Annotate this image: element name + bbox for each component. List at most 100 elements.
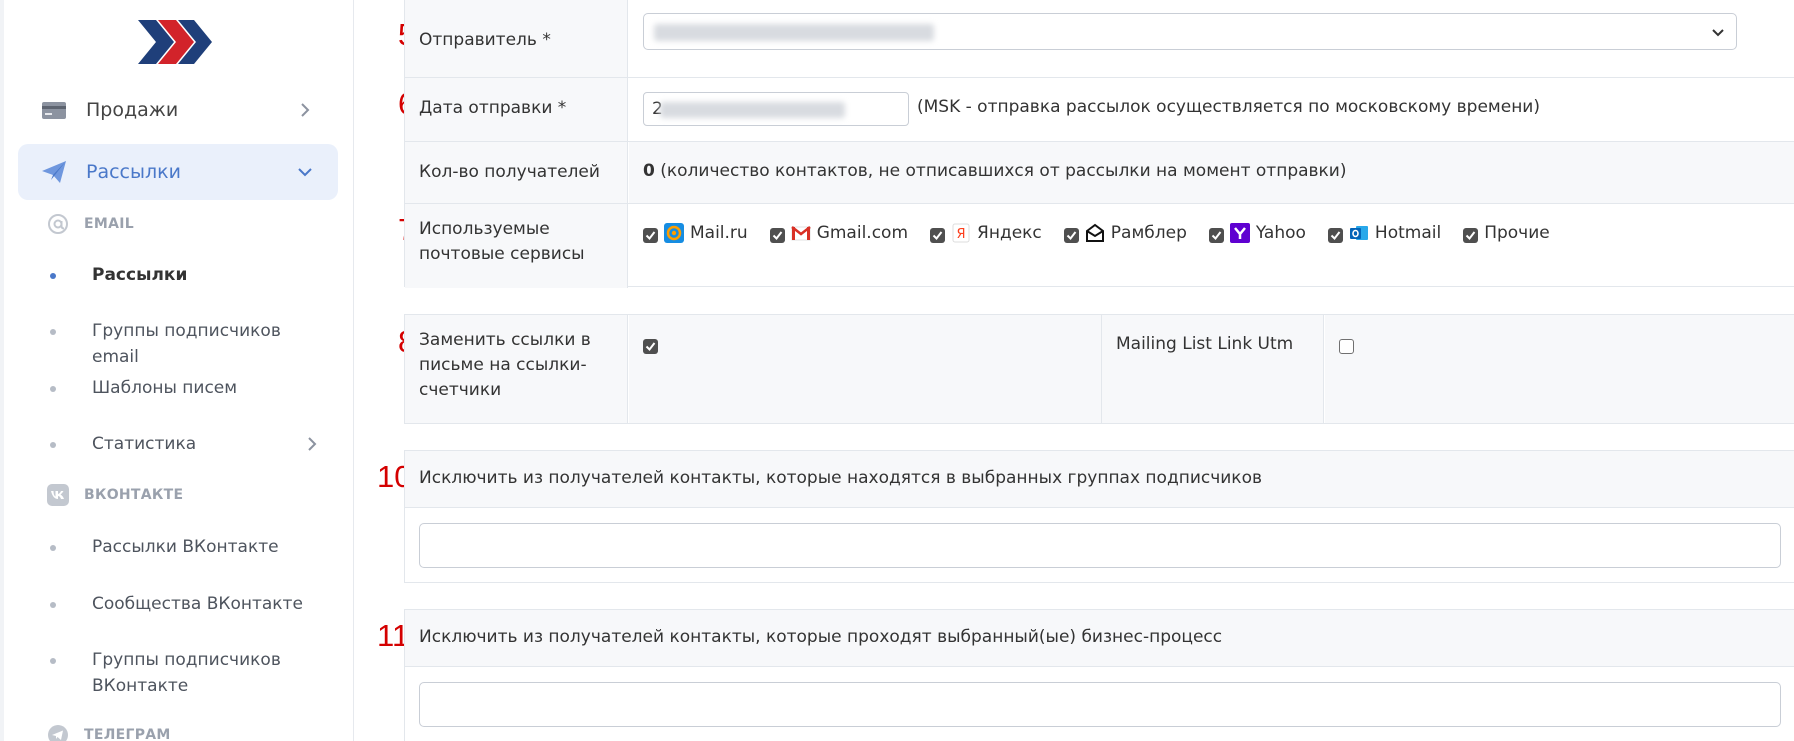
service-label: Yahoo	[1255, 223, 1306, 243]
service-checkbox[interactable]	[1208, 227, 1224, 243]
yahoo-icon	[1229, 223, 1250, 243]
at-sign-icon	[46, 212, 70, 236]
brand-logo[interactable]	[134, 18, 214, 66]
section-telegram: ТЕЛЕГРАМ	[46, 723, 171, 741]
gmail-icon	[790, 223, 811, 243]
service-label: Gmail.com	[816, 223, 909, 243]
service-rambler[interactable]: Рамблер	[1063, 223, 1187, 243]
sidebar-item-email-groups[interactable]: Группы подписчиков email	[50, 318, 340, 367]
section-telegram-label: ТЕЛЕГРАМ	[84, 727, 171, 741]
row-value: 0 (количество контактов, не отписавшихся…	[629, 142, 1794, 203]
bullet-dot	[50, 386, 56, 392]
sidebar-item-label: Сообщества ВКонтакте	[92, 594, 303, 614]
service-checkbox[interactable]	[930, 227, 946, 243]
row-mail-services: Используемые почтовые сервисы Mail.ru Gm…	[405, 203, 1794, 288]
sender-select[interactable]	[643, 13, 1737, 50]
sidebar-item-label: Группы подписчиков ВКонтакте	[92, 650, 281, 696]
row-label: Mailing List Link Utm	[1101, 315, 1324, 423]
sidebar-item-label: Рассылки ВКонтакте	[92, 537, 279, 557]
hotmail-icon	[1349, 223, 1369, 243]
row-label: Дата отправки *	[405, 78, 628, 141]
service-mailru[interactable]: Mail.ru	[643, 223, 748, 243]
sidebar-item-label: Продажи	[86, 99, 179, 121]
rambler-icon	[1085, 223, 1105, 243]
sidebar-item-label: Статистика	[92, 434, 197, 454]
mail-services-list: Mail.ru Gmail.com Я Яндекс Рамблер Yahoo…	[643, 223, 1572, 243]
row-label: Используемые почтовые сервисы	[405, 204, 628, 288]
sidebar-item-email-mailings[interactable]: Рассылки	[50, 262, 340, 288]
service-checkbox[interactable]	[769, 227, 785, 243]
sidebar-item-mailings[interactable]: Рассылки	[18, 144, 338, 200]
recipients-count-text: 0 (количество контактов, не отписавшихся…	[643, 161, 1347, 181]
exclude-process-input[interactable]	[419, 682, 1781, 727]
section-vk-label: ВКОНТАКТЕ	[84, 487, 184, 503]
chevron-right-icon	[301, 103, 310, 117]
service-checkbox[interactable]	[1463, 227, 1479, 243]
sidebar-item-label: Рассылки	[92, 265, 188, 285]
sidebar-item-statistics[interactable]: Статистика	[50, 431, 340, 457]
mail-services-label: Используемые почтовые сервисы	[419, 219, 585, 264]
row-label: Отправитель *	[405, 0, 628, 77]
bullet-dot	[50, 658, 56, 664]
sender-label: Отправитель *	[419, 30, 551, 50]
service-yandex[interactable]: Я Яндекс	[930, 223, 1042, 243]
mailru-icon	[664, 223, 684, 243]
sidebar-edge	[0, 0, 4, 741]
exclude-groups-input[interactable]	[419, 523, 1781, 568]
section-email: EMAIL	[46, 212, 134, 236]
sidebar: Продажи Рассылки EMAIL Рассылки Группы п…	[0, 0, 354, 741]
section-email-label: EMAIL	[84, 216, 134, 232]
bullet-dot	[50, 329, 56, 335]
utm-checkbox[interactable]	[1339, 339, 1354, 354]
service-label: Mail.ru	[690, 223, 748, 243]
exclude-process-label: Исключить из получателей контакты, котор…	[419, 627, 1223, 647]
service-label: Прочие	[1484, 223, 1550, 243]
send-date-label: Дата отправки *	[419, 98, 567, 118]
sidebar-item-email-templates[interactable]: Шаблоны писем	[50, 375, 340, 401]
recipients-count: 0	[643, 161, 655, 181]
sidebar-item-sales[interactable]: Продажи	[18, 82, 338, 138]
chevron-right-icon	[308, 437, 317, 451]
chevron-down-icon	[1712, 29, 1724, 37]
row-value: 2 (MSK - отправка рассылок осуществляетс…	[629, 78, 1794, 141]
utm-label: Mailing List Link Utm	[1116, 334, 1294, 354]
mailing-settings-panel: Отправитель * Дата отправки * 2 (MSK - о…	[404, 0, 1794, 288]
service-label: Яндекс	[977, 223, 1042, 243]
yandex-icon: Я	[951, 223, 971, 243]
bullet-dot	[50, 602, 56, 608]
bullet-dot	[50, 545, 56, 551]
send-date-input[interactable]: 2	[643, 92, 909, 126]
row-value	[1325, 315, 1794, 423]
exclude-groups-label: Исключить из получателей контакты, котор…	[419, 468, 1262, 488]
sidebar-item-vk-communities[interactable]: Сообщества ВКонтакте	[50, 591, 340, 617]
service-gmail[interactable]: Gmail.com	[769, 223, 909, 243]
paper-plane-icon	[42, 161, 66, 183]
svg-text:Я: Я	[956, 227, 965, 242]
replace-links-checkbox[interactable]	[643, 339, 658, 354]
recipients-note: (количество контактов, не отписавшихся о…	[660, 161, 1347, 181]
service-hotmail[interactable]: Hotmail	[1327, 223, 1441, 243]
section-vk: ВКОНТАКТЕ	[46, 483, 183, 507]
wallet-icon	[42, 102, 66, 119]
bullet-dot	[50, 442, 56, 448]
sidebar-item-label: Шаблоны писем	[92, 378, 238, 398]
sidebar-item-label: Рассылки	[86, 161, 181, 183]
block-header: Исключить из получателей контакты, котор…	[405, 610, 1794, 667]
service-checkbox[interactable]	[643, 227, 658, 243]
links-settings-panel: Заменить ссылки в письме на ссылки-счетч…	[404, 314, 1794, 424]
sidebar-item-vk-mailings[interactable]: Рассылки ВКонтакте	[50, 534, 340, 560]
service-checkbox[interactable]	[1063, 227, 1079, 243]
service-other[interactable]: Прочие	[1463, 223, 1550, 243]
row-value	[629, 0, 1794, 77]
exclude-groups-block: Исключить из получателей контакты, котор…	[404, 450, 1794, 583]
telegram-icon	[46, 723, 70, 741]
sender-value-blurred	[654, 24, 934, 41]
sidebar-item-vk-groups[interactable]: Группы подписчиков ВКонтакте	[50, 647, 340, 699]
bullet-dot	[50, 273, 56, 279]
row-value: Mail.ru Gmail.com Я Яндекс Рамблер Yahoo…	[629, 204, 1794, 288]
chevron-down-icon	[298, 168, 312, 177]
exclude-process-block: Исключить из получателей контакты, котор…	[404, 609, 1794, 741]
row-value	[629, 315, 1101, 423]
service-yahoo[interactable]: Yahoo	[1208, 223, 1306, 243]
service-checkbox[interactable]	[1327, 227, 1343, 243]
